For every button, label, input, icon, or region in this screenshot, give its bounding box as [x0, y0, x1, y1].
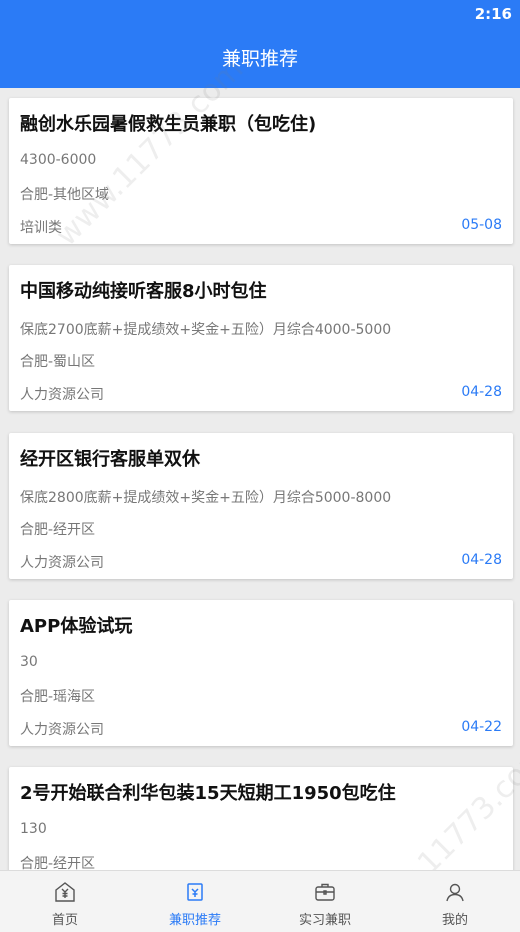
- recommend-icon: [187, 883, 203, 901]
- bottom-tab-bar: 首页 兼职推荐 实习兼职 我的: [0, 870, 520, 932]
- page-title: 兼职推荐: [221, 48, 298, 70]
- job-card[interactable]: APP体验试玩 30 合肥-瑶海区 人力资源公司 04-22: [9, 600, 513, 746]
- job-title: 中国移动纯接听客服8小时包住: [20, 281, 267, 302]
- briefcase-icon: [315, 883, 335, 901]
- job-card[interactable]: 融创水乐园暑假救生员兼职（包吃住) 4300-6000 合肥-其他区域 培训类 …: [9, 98, 513, 244]
- job-title: 2号开始联合利华包装15天短期工1950包吃住: [20, 783, 396, 804]
- app-header: 2:16 兼职推荐: [0, 0, 520, 88]
- job-salary: 30: [20, 654, 38, 670]
- home-yuan-icon: [55, 882, 75, 902]
- job-location: 合肥-蜀山区: [20, 354, 96, 370]
- tab-home[interactable]: 首页: [0, 871, 130, 932]
- job-company: 人力资源公司: [20, 722, 104, 738]
- job-company: 人力资源公司: [20, 555, 104, 571]
- job-card[interactable]: 中国移动纯接听客服8小时包住 保底2700底薪+提成绩效+奖金+五险）月综合40…: [9, 265, 513, 411]
- job-card[interactable]: 经开区银行客服单双休 保底2800底薪+提成绩效+奖金+五险）月综合5000-8…: [9, 433, 513, 579]
- job-company: 培训类: [20, 220, 62, 236]
- tab-recommend-label: 兼职推荐: [168, 913, 221, 928]
- job-date: 05-08: [461, 217, 502, 233]
- job-location: 合肥-瑶海区: [20, 689, 96, 705]
- job-location: 合肥-经开区: [20, 856, 96, 870]
- job-date: 04-28: [461, 552, 502, 568]
- job-title: 经开区银行客服单双休: [20, 449, 200, 470]
- tab-internship[interactable]: 实习兼职: [260, 871, 390, 932]
- tab-internship-label: 实习兼职: [298, 913, 351, 928]
- job-list[interactable]: 融创水乐园暑假救生员兼职（包吃住) 4300-6000 合肥-其他区域 培训类 …: [0, 88, 520, 870]
- job-card[interactable]: 2号开始联合利华包装15天短期工1950包吃住 130 合肥-经开区: [9, 767, 513, 870]
- job-salary: 4300-6000: [20, 152, 97, 168]
- status-time: 2:16: [474, 5, 512, 23]
- job-location: 合肥-其他区域: [20, 187, 110, 203]
- job-title: APP体验试玩: [20, 616, 133, 637]
- user-icon: [446, 883, 464, 902]
- job-salary: 保底2800底薪+提成绩效+奖金+五险）月综合5000-8000: [20, 490, 392, 506]
- job-salary: 保底2700底薪+提成绩效+奖金+五险）月综合4000-5000: [20, 322, 392, 338]
- tab-home-label: 首页: [51, 913, 78, 928]
- job-title: 融创水乐园暑假救生员兼职（包吃住): [20, 114, 317, 135]
- job-company: 人力资源公司: [20, 387, 104, 403]
- tab-recommend[interactable]: 兼职推荐: [130, 871, 260, 932]
- job-date: 04-28: [461, 384, 502, 400]
- job-date: 04-22: [461, 719, 502, 735]
- tab-mine[interactable]: 我的: [390, 871, 520, 932]
- job-salary: 130: [20, 821, 47, 837]
- job-location: 合肥-经开区: [20, 522, 96, 538]
- tab-mine-label: 我的: [441, 913, 468, 928]
